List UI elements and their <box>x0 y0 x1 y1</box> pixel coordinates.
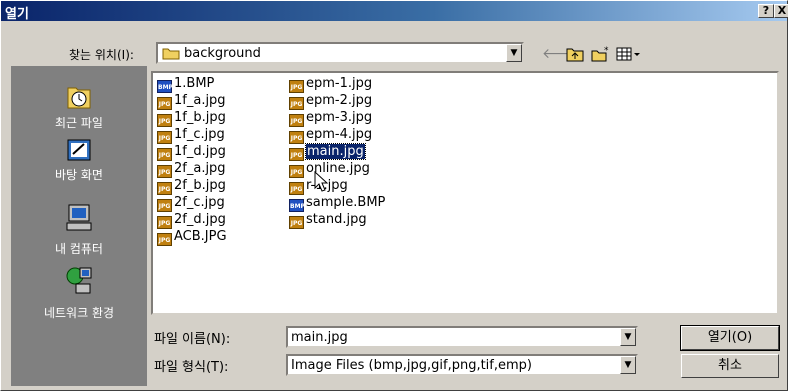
place-label: 바탕 화면 <box>55 168 103 182</box>
places-bar: 최근 파일 바탕 화면 내 컴퓨터 네트워크 환경 <box>11 66 147 386</box>
look-in-dropdown-button[interactable]: ▼ <box>506 44 522 62</box>
place-recent[interactable]: 최근 파일 <box>11 82 147 134</box>
file-type-value: Image Files (bmp,jpg,gif,png,tif,emp) <box>291 358 532 373</box>
place-label: 최근 파일 <box>55 116 103 130</box>
file-name-value: main.jpg <box>291 330 348 345</box>
file-type-label: 파일 형식(T): <box>154 360 229 375</box>
file-name: sample.BMP <box>306 195 386 210</box>
file-name-dropdown-button[interactable]: ▼ <box>620 328 636 346</box>
file-item[interactable]: JPG 2f_b.jpg <box>157 177 226 195</box>
up-folder-icon[interactable] <box>565 45 585 63</box>
close-button[interactable]: X <box>774 4 788 18</box>
file-item[interactable]: JPG 1f_a.jpg <box>157 92 226 110</box>
file-name: ACB.JPG <box>174 229 227 244</box>
folder-icon <box>162 46 180 63</box>
view-menu-icon[interactable] <box>615 45 643 63</box>
file-item[interactable]: JPG 2f_a.jpg <box>157 160 226 178</box>
file-name: 1f_b.jpg <box>174 110 226 125</box>
open-file-dialog: 열기 ? X 찾는 위치(I): background ▼ 🡐 * 최근 파일 <box>0 0 788 391</box>
file-type-dropdown-button[interactable]: ▼ <box>620 356 636 374</box>
help-button[interactable]: ? <box>758 4 774 18</box>
file-item[interactable]: BMPsample.BMP <box>289 194 386 212</box>
file-item[interactable]: JPG online.jpg <box>289 160 370 178</box>
place-desktop[interactable]: 바탕 화면 <box>11 134 147 186</box>
file-item[interactable]: JPG 1f_c.jpg <box>157 126 225 144</box>
file-name: 2f_c.jpg <box>174 195 225 210</box>
file-name: epm-1.jpg <box>306 76 373 91</box>
look-in-combo[interactable]: background ▼ <box>156 42 524 64</box>
back-arrow-icon[interactable]: 🡐 <box>542 45 580 63</box>
file-name: 2f_b.jpg <box>174 178 226 193</box>
file-item[interactable]: JPG main.jpg <box>289 143 366 161</box>
file-name: stand.jpg <box>306 212 367 227</box>
place-label: 네트워크 환경 <box>43 306 115 320</box>
file-item[interactable]: JPG stand.jpg <box>289 211 367 229</box>
network-icon <box>66 266 92 294</box>
file-name: epm-3.jpg <box>306 110 373 125</box>
desktop-icon <box>66 134 92 162</box>
svg-text:*: * <box>604 46 609 56</box>
file-name: epm-4.jpg <box>306 127 373 142</box>
file-item[interactable]: JPG epm-2.jpg <box>289 92 373 110</box>
file-name: main.jpg <box>305 143 366 160</box>
title-bar[interactable]: 열기 ? X <box>1 1 788 22</box>
file-name: 1f_c.jpg <box>174 127 225 142</box>
file-name-input[interactable]: main.jpg ▼ <box>286 326 638 348</box>
file-name-label: 파일 이름(N): <box>154 332 231 347</box>
jpg-file-icon: JPG <box>157 233 172 246</box>
file-item[interactable]: BMP1.BMP <box>157 75 215 93</box>
file-item[interactable]: JPG epm-3.jpg <box>289 109 373 127</box>
mouse-cursor-icon <box>314 170 329 196</box>
file-item[interactable]: JPG 2f_d.jpg <box>157 211 226 229</box>
file-item[interactable]: JPG 1f_d.jpg <box>157 143 226 161</box>
file-item[interactable]: JPG 1f_b.jpg <box>157 109 226 127</box>
cancel-button[interactable]: 취소 <box>681 354 779 378</box>
file-item[interactable]: JPG 2f_c.jpg <box>157 194 225 212</box>
file-name: epm-2.jpg <box>306 93 373 108</box>
file-item[interactable]: JPG ACB.JPG <box>157 228 227 246</box>
file-name: 1f_a.jpg <box>174 93 226 108</box>
recent-icon <box>66 82 92 110</box>
file-item[interactable]: JPG epm-4.jpg <box>289 126 373 144</box>
file-name: 2f_a.jpg <box>174 161 226 176</box>
file-item[interactable]: JPG epm-1.jpg <box>289 75 373 93</box>
open-button[interactable]: 열기(O) <box>680 325 780 351</box>
look-in-label: 찾는 위치(I): <box>69 48 134 62</box>
new-folder-icon[interactable]: * <box>591 45 611 63</box>
file-name: 1f_d.jpg <box>174 144 226 159</box>
file-name: 2f_d.jpg <box>174 212 226 227</box>
jpg-file-icon: JPG <box>289 216 304 229</box>
file-type-select[interactable]: Image Files (bmp,jpg,gif,png,tif,emp) ▼ <box>286 354 638 376</box>
file-list[interactable]: BMP1.BMP JPG 1f_a.jpg JPG 1f_b.jpg JPG 1f_c.jp… <box>151 71 779 315</box>
window-title: 열기 <box>5 7 29 22</box>
file-name: 1.BMP <box>174 76 215 91</box>
my-computer-icon <box>66 204 92 232</box>
look-in-value: background <box>184 46 261 61</box>
place-label: 내 컴퓨터 <box>55 242 103 256</box>
place-my-computer[interactable]: 내 컴퓨터 <box>11 204 147 256</box>
place-network[interactable]: 네트워크 환경 <box>11 266 147 320</box>
